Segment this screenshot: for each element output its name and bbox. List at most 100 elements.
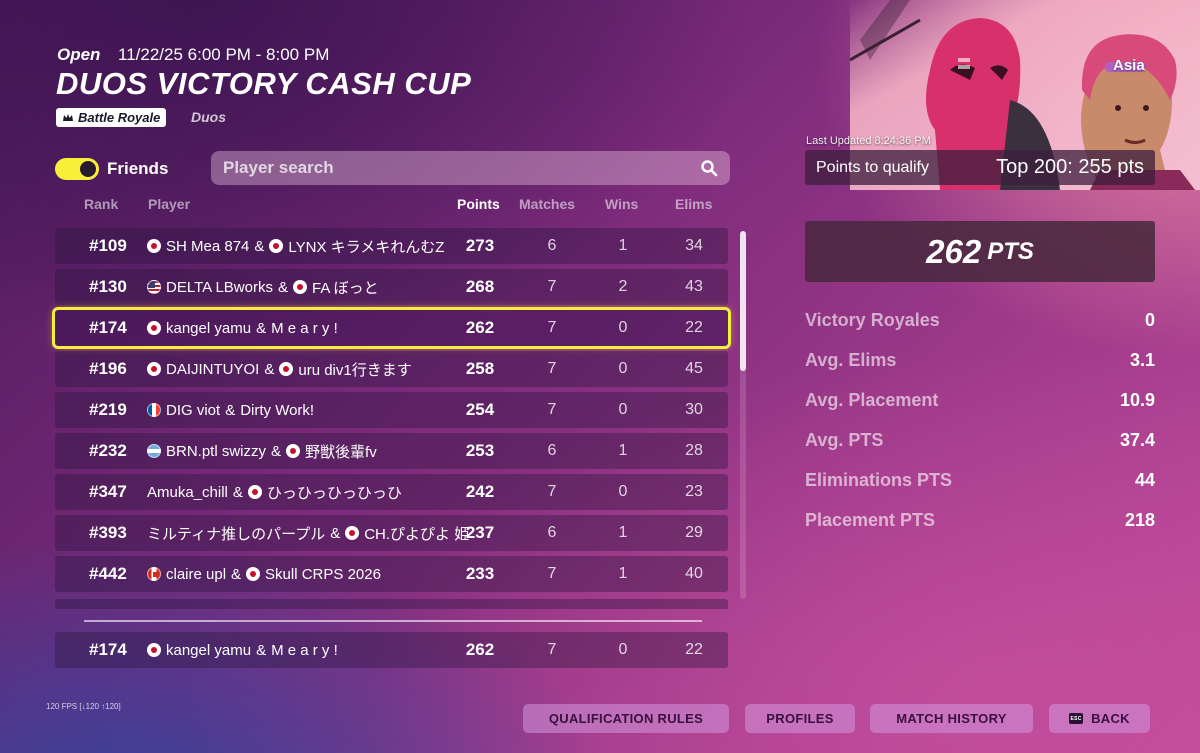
pinned-player-row[interactable]: #174 kangel yamu & M e a r y ! 262 7 0 2… xyxy=(55,632,728,668)
stat-avg-placement: Avg. Placement 10.9 xyxy=(805,390,1155,411)
divider xyxy=(84,620,702,622)
flag-jp-icon xyxy=(147,321,161,335)
flag-fr-icon xyxy=(147,403,161,417)
table-row[interactable]: #219 DIG viot & Dirty Work! 254 7 0 30 xyxy=(55,392,728,428)
row-wins: 1 xyxy=(618,524,628,541)
stat-avg-pts: Avg. PTS 37.4 xyxy=(805,430,1155,451)
mode-badge-label: Battle Royale xyxy=(78,110,161,125)
player-1-name: DELTA LBworks xyxy=(166,278,273,296)
qualification-rules-button[interactable]: QUALIFICATION RULES xyxy=(523,704,729,733)
row-rank: #219 xyxy=(89,400,127,419)
row-points: 254 xyxy=(465,400,495,419)
player-search[interactable] xyxy=(211,151,730,185)
profiles-button[interactable]: PROFILES xyxy=(745,704,855,733)
back-button[interactable]: ESC BACK xyxy=(1049,704,1150,733)
stat-label: Avg. Elims xyxy=(805,350,897,370)
flag-jp-icon xyxy=(147,239,161,253)
row-player: DIG viot & Dirty Work! xyxy=(147,402,314,419)
row-wins: 0 xyxy=(618,319,628,336)
col-wins[interactable]: Wins xyxy=(605,196,638,212)
row-rank: #130 xyxy=(89,277,127,296)
magnifier-icon[interactable] xyxy=(700,159,718,177)
row-points: 268 xyxy=(465,277,495,296)
player-2-name: M e a r y ! xyxy=(271,319,338,337)
stat-label: Eliminations PTS xyxy=(805,470,953,490)
table-row[interactable]: #130 DELTA LBworks & FA ぼっと 268 7 2 43 xyxy=(55,269,728,305)
row-wins: 1 xyxy=(618,565,628,582)
row-matches: 6 xyxy=(547,237,557,254)
scrollbar-thumb[interactable] xyxy=(740,231,746,371)
flag-jp-icon xyxy=(279,362,294,376)
table-row-selected[interactable]: #174 kangel yamu & M e a r y ! 262 7 0 22 xyxy=(52,307,731,349)
flag-us-icon xyxy=(147,280,161,294)
stat-avg-elims: Avg. Elims 3.1 xyxy=(805,350,1155,371)
row-matches: 7 xyxy=(547,360,557,377)
row-player: claire upl & Skull CRPS 2026 xyxy=(147,566,381,583)
player-1-name: kangel yamu xyxy=(166,319,252,337)
col-matches[interactable]: Matches xyxy=(519,196,575,212)
event-time: 11/22/25 6:00 PM - 8:00 PM xyxy=(118,45,330,64)
row-player: kangel yamu & M e a r y ! xyxy=(147,320,338,337)
row-player: DELTA LBworks & FA ぼっと xyxy=(147,277,379,298)
stat-value: 218 xyxy=(1124,510,1155,530)
stat-victory-royales: Victory Royales 0 xyxy=(805,310,1155,331)
search-input[interactable] xyxy=(223,158,700,178)
page-title: DUOS VICTORY CASH CUP xyxy=(56,66,472,101)
row-wins: 1 xyxy=(618,237,628,254)
table-row[interactable]: #393 ミルティナ推しのパープル & CH.ぴよぴよ 姫 237 6 1 29 xyxy=(55,515,728,551)
player-separator: & xyxy=(254,237,265,255)
friends-label: Friends xyxy=(107,159,169,178)
row-matches: 7 xyxy=(547,401,557,418)
stat-label: Placement PTS xyxy=(805,510,936,530)
player-separator: & xyxy=(256,319,267,337)
player-2-name: M e a r y ! xyxy=(271,641,338,659)
friends-toggle[interactable] xyxy=(55,158,99,180)
stat-placement-pts: Placement PTS 218 xyxy=(805,510,1155,531)
col-player: Player xyxy=(148,196,191,212)
row-points: 262 xyxy=(465,640,495,659)
col-points[interactable]: Points xyxy=(457,196,500,212)
row-points: 258 xyxy=(465,359,495,378)
row-points: 253 xyxy=(465,441,495,460)
player-2-name: 野獣後輩fv xyxy=(305,443,377,461)
stat-value: 3.1 xyxy=(1129,350,1155,370)
flag-jp-icon xyxy=(147,643,161,657)
flag-jp-icon xyxy=(147,362,161,376)
stat-value: 37.4 xyxy=(1119,430,1155,450)
row-player: DAIJINTUYOI & uru div1行きます xyxy=(147,359,412,380)
flag-jp-icon xyxy=(286,444,301,458)
row-elims: 29 xyxy=(685,524,703,541)
total-points: 262 PTS xyxy=(805,221,1155,282)
player-1-name: DAIJINTUYOI xyxy=(166,360,260,378)
mode-subtitle: Duos xyxy=(191,109,226,125)
table-row[interactable]: #442 claire upl & Skull CRPS 2026 233 7 1 40 xyxy=(55,556,728,592)
table-row[interactable]: #109 SH Mea 874 & LYNX キラメキれんむZ 273 6 1 34 xyxy=(55,228,728,264)
player-2-name: ひっひっひっひっひ xyxy=(266,484,402,502)
qualify-label: Points to qualify xyxy=(816,158,929,176)
table-row[interactable]: #347 Amuka_chill & ひっひっひっひっひ 242 7 0 23 xyxy=(55,474,728,510)
flag-jp-icon xyxy=(246,567,261,581)
region-label: Asia xyxy=(1113,57,1145,74)
player-separator: & xyxy=(271,442,282,460)
row-rank: #109 xyxy=(89,236,127,255)
table-row[interactable]: #232 BRN.ptl swizzy & 野獣後輩fv 253 6 1 28 xyxy=(55,433,728,469)
row-points: 233 xyxy=(465,564,495,583)
row-wins: 0 xyxy=(618,641,628,658)
qualify-value: Top 200: 255 pts xyxy=(996,156,1144,178)
table-row[interactable]: #196 DAIJINTUYOI & uru div1行きます 258 7 0 45 xyxy=(55,351,728,387)
player-separator: & xyxy=(264,360,275,378)
player-2-name: CH.ぴよぴよ 姫 xyxy=(364,525,470,543)
flag-jp-icon xyxy=(345,526,360,540)
stat-value: 0 xyxy=(1144,310,1155,330)
row-rank: #442 xyxy=(89,564,127,583)
row-rank: #174 xyxy=(89,318,127,337)
row-rank: #232 xyxy=(89,441,127,460)
row-matches: 7 xyxy=(547,641,557,658)
row-player: kangel yamu & M e a r y ! xyxy=(147,642,338,659)
player-1-name: claire upl xyxy=(166,565,227,583)
match-history-button[interactable]: MATCH HISTORY xyxy=(870,704,1033,733)
flag-ca-icon xyxy=(147,567,161,581)
col-elims[interactable]: Elims xyxy=(675,196,712,212)
mode-badge: Battle Royale xyxy=(56,108,167,127)
row-wins: 2 xyxy=(618,278,628,295)
